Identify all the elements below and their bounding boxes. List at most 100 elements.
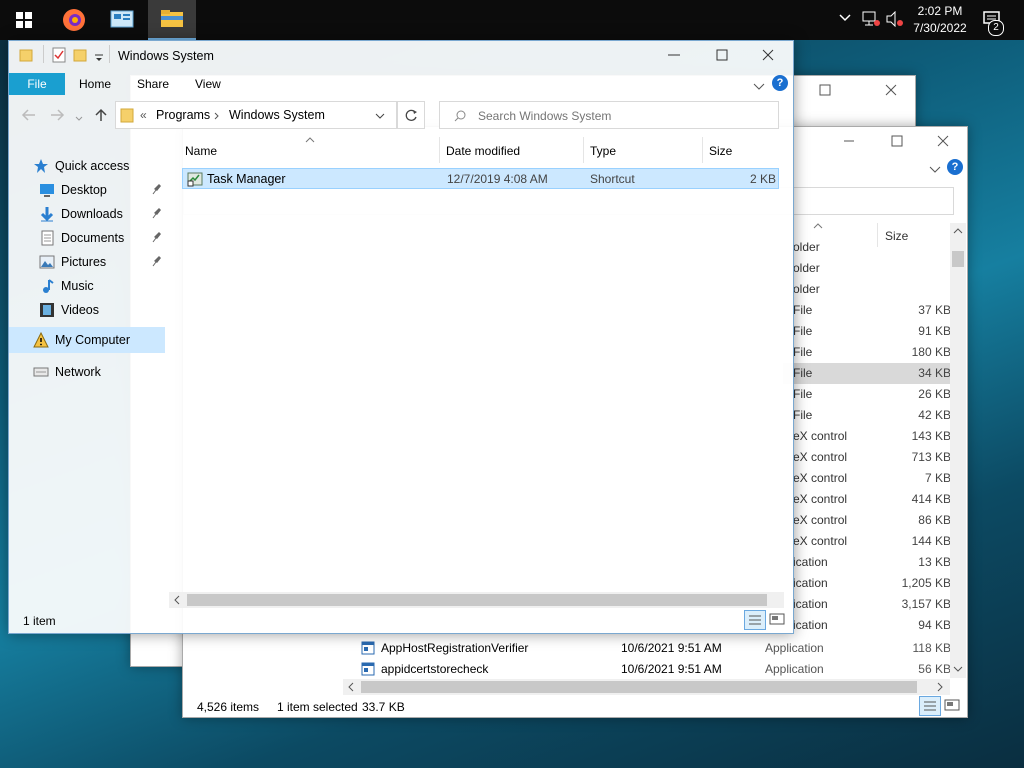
table-row[interactable]: File 91 KB <box>783 321 951 342</box>
column-header-date[interactable]: Date modified <box>446 144 520 158</box>
network-icon[interactable] <box>862 11 880 30</box>
file-size: 144 KB <box>911 534 951 548</box>
table-row[interactable]: Task Manager 12/7/2019 4:08 AM Shortcut … <box>182 168 779 189</box>
search-input[interactable] <box>476 106 770 126</box>
navigation-pane: Quick access Desktop Downloads Documents… <box>9 137 173 607</box>
maximize-button[interactable] <box>891 135 903 150</box>
table-row[interactable]: eX control 86 KB <box>783 510 951 531</box>
volume-muted-icon[interactable] <box>886 10 904 30</box>
help-icon[interactable]: ? <box>947 159 963 175</box>
nav-videos[interactable]: Videos <box>39 299 99 321</box>
scrollbar-thumb[interactable] <box>952 251 964 267</box>
address-dropdown-chevron-icon[interactable] <box>375 113 385 119</box>
horizontal-scrollbar[interactable] <box>169 592 784 608</box>
refresh-icon <box>405 109 417 121</box>
new-folder-icon[interactable] <box>73 48 87 65</box>
scrollbar-thumb[interactable] <box>187 594 767 606</box>
back-arrow-icon[interactable] <box>21 109 37 124</box>
details-view-button[interactable] <box>919 696 941 716</box>
nav-pictures[interactable]: Pictures <box>39 251 106 273</box>
table-row[interactable]: ication 13 KB <box>783 552 951 573</box>
table-row[interactable]: AppHostRegistrationVerifier 10/6/2021 9:… <box>361 638 951 659</box>
horizontal-scrollbar[interactable] <box>343 679 950 695</box>
up-arrow-icon[interactable] <box>95 108 107 125</box>
clock[interactable]: 2:02 PM 7/30/2022 <box>908 4 972 35</box>
table-row[interactable]: older <box>783 237 951 258</box>
main-explorer-window[interactable]: Windows System File Home Share View ? « … <box>8 40 794 634</box>
details-view-button[interactable] <box>744 610 766 630</box>
minimize-button[interactable] <box>667 49 681 64</box>
table-row[interactable]: ication 94 KB <box>783 615 951 636</box>
scroll-left-arrow-icon[interactable] <box>347 682 355 692</box>
large-icons-view-button[interactable] <box>943 697 961 713</box>
maximize-button[interactable] <box>716 49 728 64</box>
table-row[interactable]: older <box>783 258 951 279</box>
large-icons-view-button[interactable] <box>768 611 786 627</box>
close-button[interactable] <box>937 135 949 150</box>
table-row[interactable]: older <box>783 279 951 300</box>
pin-icon[interactable] <box>151 207 161 219</box>
breadcrumb-windows-system[interactable]: Windows System <box>229 108 325 122</box>
column-header-size[interactable]: Size <box>709 144 732 158</box>
pin-icon[interactable] <box>151 231 161 243</box>
scroll-up-arrow-icon[interactable] <box>953 227 963 235</box>
table-row[interactable]: eX control 414 KB <box>783 489 951 510</box>
table-row[interactable]: File 180 KB <box>783 342 951 363</box>
table-row[interactable]: ication 1,205 KB <box>783 573 951 594</box>
nav-downloads[interactable]: Downloads <box>39 203 123 225</box>
pictures-icon <box>39 255 55 269</box>
table-row[interactable]: File 42 KB <box>783 405 951 426</box>
nav-quick-access[interactable]: Quick access <box>33 155 129 177</box>
tab-view[interactable]: View <box>195 73 221 95</box>
forward-arrow-icon[interactable] <box>49 109 65 124</box>
firefox-taskbar-button[interactable] <box>50 0 98 40</box>
minimize-button[interactable] <box>843 135 855 150</box>
recent-locations-chevron-icon[interactable] <box>75 111 83 125</box>
column-header-type[interactable]: Type <box>590 144 616 158</box>
table-row[interactable]: eX control 713 KB <box>783 447 951 468</box>
tab-home[interactable]: Home <box>79 73 111 95</box>
start-button[interactable] <box>0 0 48 40</box>
breadcrumb-programs[interactable]: Programs <box>156 108 210 122</box>
help-icon[interactable]: ? <box>772 75 788 91</box>
scrollbar-thumb[interactable] <box>361 681 917 693</box>
maximize-button[interactable] <box>819 84 831 99</box>
customize-toolbar-chevron-icon[interactable] <box>95 51 103 65</box>
breadcrumb-overflow[interactable]: « <box>140 108 147 122</box>
vertical-scrollbar[interactable] <box>950 223 966 678</box>
close-button[interactable] <box>762 49 774 64</box>
properties-icon[interactable] <box>51 47 67 66</box>
control-panel-taskbar-button[interactable] <box>98 0 146 40</box>
table-row[interactable]: File 37 KB <box>783 300 951 321</box>
file-explorer-taskbar-button[interactable] <box>148 0 196 40</box>
scroll-down-arrow-icon[interactable] <box>953 665 963 673</box>
pin-icon[interactable] <box>151 255 161 267</box>
close-button[interactable] <box>885 84 897 99</box>
table-row[interactable]: ication 3,157 KB <box>783 594 951 615</box>
nav-desktop[interactable]: Desktop <box>39 179 107 201</box>
table-row[interactable]: File 34 KB <box>783 363 951 384</box>
nav-music[interactable]: Music <box>39 275 94 297</box>
nav-documents[interactable]: Documents <box>39 227 124 249</box>
breadcrumb-separator-icon[interactable] <box>214 112 220 120</box>
column-header-name[interactable]: Name <box>185 144 217 158</box>
refresh-button[interactable] <box>397 101 425 129</box>
scroll-left-arrow-icon[interactable] <box>173 595 181 605</box>
address-bar[interactable]: « Programs Windows System <box>115 101 397 129</box>
search-box[interactable] <box>439 101 779 129</box>
table-row[interactable]: eX control 144 KB <box>783 531 951 552</box>
tab-share[interactable]: Share <box>137 73 169 95</box>
scroll-right-arrow-icon[interactable] <box>936 682 944 692</box>
nav-my-computer[interactable]: My Computer <box>33 329 130 351</box>
nav-network[interactable]: Network <box>33 361 101 383</box>
action-center-button[interactable]: 2 <box>982 10 1004 36</box>
ribbon-expand-chevron-down-icon[interactable] <box>929 163 941 177</box>
table-row[interactable]: eX control 143 KB <box>783 426 951 447</box>
show-hidden-icons-chevron-up-icon[interactable] <box>838 12 852 26</box>
ribbon-expand-chevron-down-icon[interactable] <box>753 80 765 94</box>
table-row[interactable]: eX control 7 KB <box>783 468 951 489</box>
tab-file[interactable]: File <box>9 73 65 95</box>
table-row[interactable]: File 26 KB <box>783 384 951 405</box>
table-row[interactable]: appidcertstorecheck 10/6/2021 9:51 AM Ap… <box>361 659 951 680</box>
pin-icon[interactable] <box>151 183 161 195</box>
